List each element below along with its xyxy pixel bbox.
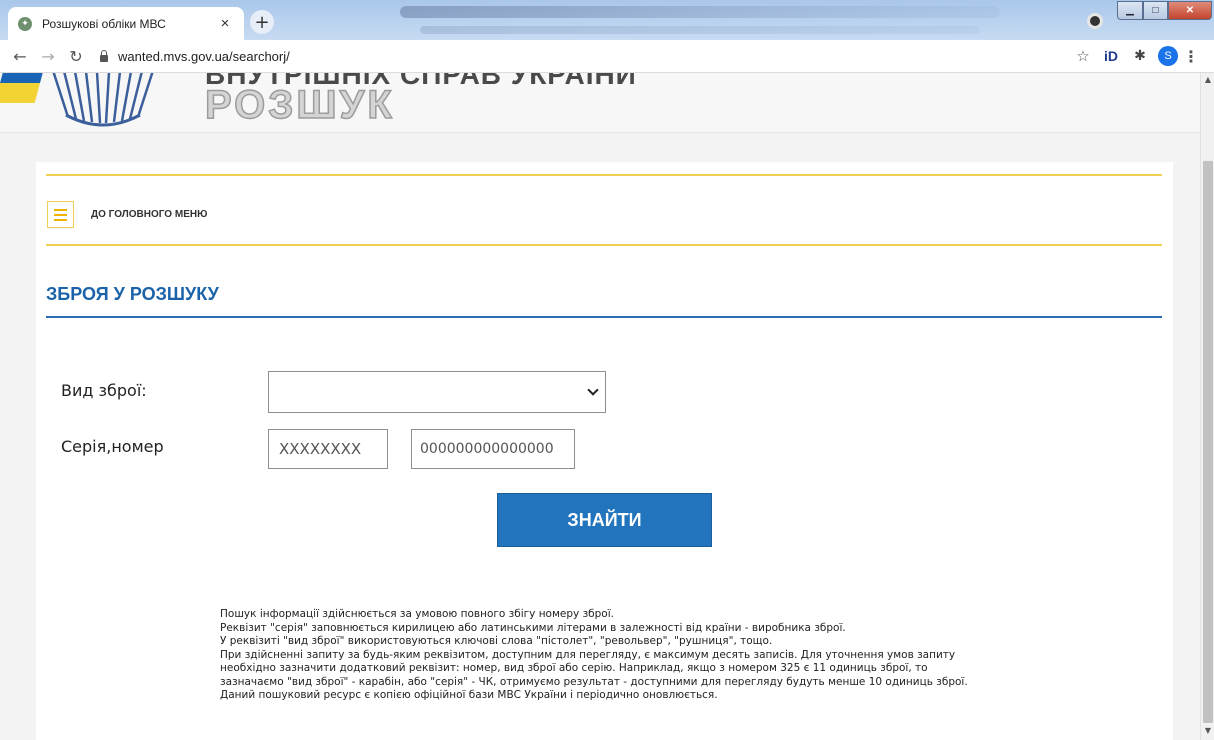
star-icon[interactable]: ☆ <box>1070 47 1096 65</box>
search-button[interactable]: ЗНАЙТИ <box>497 493 712 547</box>
serial-number-label: Серія,номер <box>61 437 164 456</box>
info-notes: Пошук інформації здійснюється за умовою … <box>220 608 990 703</box>
site-logo-text[interactable]: РОЗШУК <box>204 82 395 128</box>
scroll-up-icon[interactable]: ▲ <box>1201 75 1214 87</box>
content-panel: ДО ГОЛОВНОГО МЕНЮ ЗБРОЯ У РОЗШУКУ Вид зб… <box>36 162 1173 740</box>
arrow-left-icon[interactable]: ← <box>8 47 32 66</box>
profile-avatar[interactable]: S <box>1158 46 1178 66</box>
reload-icon[interactable]: ↻ <box>64 47 88 66</box>
chevron-down-icon <box>587 384 599 396</box>
info-line: У реквізиті "вид зброї" використовуються… <box>220 635 773 647</box>
weapon-type-label: Вид зброї: <box>61 381 147 400</box>
browser-toolbar: ← → ↻ wanted.mvs.gov.ua/searchorj/ ☆ iD … <box>0 40 1214 73</box>
weapon-type-select[interactable] <box>268 371 606 413</box>
series-input[interactable]: XXXXXXXX <box>268 429 388 469</box>
id-extension-icon[interactable]: iD <box>1096 48 1126 64</box>
browser-tab-strip: ✦ Розшукові обліки МВС × + ▁ □ ✕ <box>0 0 1214 40</box>
tab-title: Розшукові обліки МВС <box>42 16 166 31</box>
site-favicon-icon: ✦ <box>18 16 32 31</box>
browser-tab[interactable]: ✦ Розшукові обліки МВС × <box>8 7 244 40</box>
scrollbar-thumb[interactable] <box>1203 161 1213 723</box>
record-indicator-icon[interactable] <box>1087 13 1103 29</box>
arrow-right-icon[interactable]: → <box>36 47 60 66</box>
blurred-window-menu <box>420 26 980 34</box>
number-input[interactable]: 000000000000000 <box>411 429 575 469</box>
info-line: При здійсненні запиту за будь-яким рекві… <box>220 648 968 688</box>
info-line: Даний пошуковий ресурс є копією офіційно… <box>220 689 718 701</box>
more-vert-icon[interactable]: ⋮ <box>1178 47 1204 66</box>
top-divider <box>46 174 1162 176</box>
minimize-button[interactable]: ▁ <box>1117 1 1143 20</box>
main-menu-label[interactable]: ДО ГОЛОВНОГО МЕНЮ <box>91 209 207 220</box>
bottom-divider <box>46 244 1162 246</box>
info-line: Реквізит "серія" заповнюється кирилицею … <box>220 621 846 634</box>
site-header: ВНУТРІШНІХ СПРАВ УКРАЇНИ РОЗШУК <box>0 73 1200 133</box>
close-window-button[interactable]: ✕ <box>1168 1 1212 20</box>
page-viewport: ВНУТРІШНІХ СПРАВ УКРАЇНИ РОЗШУК ДО ГОЛОВ… <box>0 73 1200 740</box>
vertical-scrollbar[interactable]: ▲ ▼ <box>1200 73 1214 740</box>
info-line: Пошук інформації здійснюється за умовою … <box>220 608 614 620</box>
puzzle-icon[interactable]: ✱ <box>1126 48 1154 64</box>
main-menu-link[interactable]: ДО ГОЛОВНОГО МЕНЮ <box>47 201 207 228</box>
tab-close-icon[interactable]: × <box>216 15 234 32</box>
title-underline <box>46 316 1162 318</box>
scroll-down-icon[interactable]: ▼ <box>1201 726 1214 738</box>
address-bar[interactable]: wanted.mvs.gov.ua/searchorj/ <box>118 49 1070 64</box>
blurred-window-title <box>400 6 1000 18</box>
police-emblem-icon <box>52 73 154 127</box>
list-menu-icon[interactable] <box>47 201 74 228</box>
new-tab-button[interactable]: + <box>250 10 274 34</box>
window-controls: ▁ □ ✕ <box>1117 1 1212 20</box>
lock-icon[interactable] <box>100 49 108 62</box>
maximize-button[interactable]: □ <box>1143 1 1168 20</box>
page-title: ЗБРОЯ У РОЗШУКУ <box>46 284 219 304</box>
